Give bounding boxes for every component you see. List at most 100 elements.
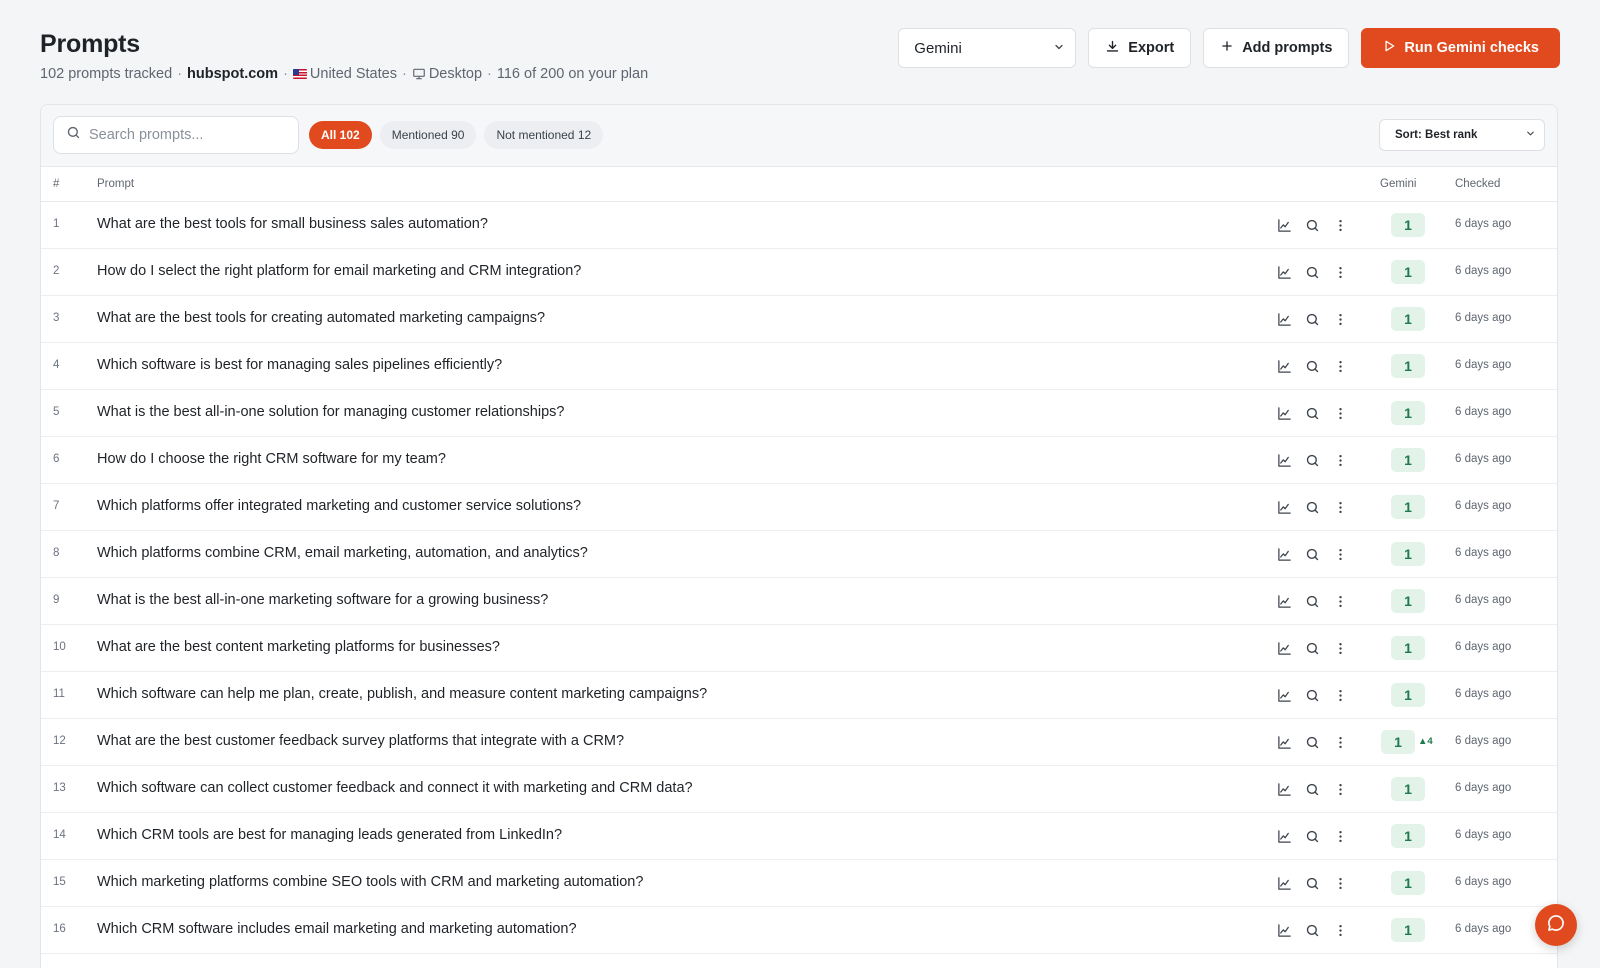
prompt-text[interactable]: What are the best tools for small busine… bbox=[97, 216, 488, 232]
row-number: 14 bbox=[53, 829, 66, 841]
chart-icon[interactable] bbox=[1275, 780, 1293, 798]
chart-icon[interactable] bbox=[1275, 827, 1293, 845]
search-icon[interactable] bbox=[1303, 357, 1321, 375]
prompt-text[interactable]: How do I select the right platform for e… bbox=[97, 263, 581, 279]
search-icon[interactable] bbox=[1303, 216, 1321, 234]
prompt-text[interactable]: Which marketing platforms combine SEO to… bbox=[97, 874, 643, 890]
table-row[interactable]: 6 How do I choose the right CRM software … bbox=[41, 437, 1557, 484]
prompt-text[interactable]: Which software is best for managing sale… bbox=[97, 357, 502, 373]
table-row[interactable]: 16 Which CRM software includes email mark… bbox=[41, 907, 1557, 954]
search-icon[interactable] bbox=[1303, 780, 1321, 798]
search-icon[interactable] bbox=[1303, 310, 1321, 328]
chart-icon[interactable] bbox=[1275, 357, 1293, 375]
sort-select[interactable]: Sort: Best rank bbox=[1379, 119, 1545, 151]
rank-badge: 1 bbox=[1391, 824, 1425, 848]
prompt-text[interactable]: Which platforms offer integrated marketi… bbox=[97, 498, 581, 514]
search-icon[interactable] bbox=[1303, 404, 1321, 422]
chart-icon[interactable] bbox=[1275, 874, 1293, 892]
table-row[interactable]: 2 How do I select the right platform for … bbox=[41, 249, 1557, 296]
search-icon[interactable] bbox=[1303, 545, 1321, 563]
chart-icon[interactable] bbox=[1275, 639, 1293, 657]
prompt-text[interactable]: How do I choose the right CRM software f… bbox=[97, 451, 446, 467]
table-row[interactable]: 1 What are the best tools for small busin… bbox=[41, 202, 1557, 249]
table-row[interactable]: 4 Which software is best for managing sal… bbox=[41, 343, 1557, 390]
prompt-text[interactable]: What is the best all-in-one solution for… bbox=[97, 404, 564, 420]
prompt-text[interactable]: What are the best customer feedback surv… bbox=[97, 733, 624, 749]
prompt-text[interactable]: Which CRM tools are best for managing le… bbox=[97, 827, 562, 843]
chart-icon[interactable] bbox=[1275, 216, 1293, 234]
table-row[interactable]: 7 Which platforms offer integrated market… bbox=[41, 484, 1557, 531]
rank-badge: 1 bbox=[1391, 777, 1425, 801]
more-vertical-icon[interactable] bbox=[1331, 545, 1349, 563]
search-box[interactable] bbox=[53, 116, 299, 154]
chart-icon[interactable] bbox=[1275, 498, 1293, 516]
prompt-text[interactable]: Which platforms combine CRM, email marke… bbox=[97, 545, 588, 561]
search-icon[interactable] bbox=[1303, 827, 1321, 845]
prompt-text[interactable]: Which software can help me plan, create,… bbox=[97, 686, 707, 702]
more-vertical-icon[interactable] bbox=[1331, 263, 1349, 281]
table-row[interactable]: 3 What are the best tools for creating au… bbox=[41, 296, 1557, 343]
chart-icon[interactable] bbox=[1275, 545, 1293, 563]
more-vertical-icon[interactable] bbox=[1331, 592, 1349, 610]
search-icon[interactable] bbox=[1303, 686, 1321, 704]
search-icon[interactable] bbox=[1303, 498, 1321, 516]
row-number: 10 bbox=[53, 641, 66, 653]
filter-not-mentioned[interactable]: Not mentioned 12 bbox=[484, 121, 604, 149]
table-row[interactable]: 5 What is the best all-in-one solution fo… bbox=[41, 390, 1557, 437]
search-icon[interactable] bbox=[1303, 874, 1321, 892]
chart-icon[interactable] bbox=[1275, 404, 1293, 422]
more-vertical-icon[interactable] bbox=[1331, 874, 1349, 892]
more-vertical-icon[interactable] bbox=[1331, 639, 1349, 657]
chart-icon[interactable] bbox=[1275, 310, 1293, 328]
table-row[interactable]: 15 Which marketing platforms combine SEO … bbox=[41, 860, 1557, 907]
prompt-text[interactable]: What are the best tools for creating aut… bbox=[97, 310, 545, 326]
run-checks-button[interactable]: Run Gemini checks bbox=[1361, 28, 1560, 68]
row-number: 12 bbox=[53, 735, 66, 747]
chat-button[interactable] bbox=[1535, 904, 1577, 946]
search-icon[interactable] bbox=[1303, 451, 1321, 469]
table-row[interactable]: 12 What are the best customer feedback su… bbox=[41, 719, 1557, 766]
search-icon[interactable] bbox=[1303, 263, 1321, 281]
rank-badge: 1 bbox=[1391, 213, 1425, 237]
more-vertical-icon[interactable] bbox=[1331, 357, 1349, 375]
more-vertical-icon[interactable] bbox=[1331, 498, 1349, 516]
more-vertical-icon[interactable] bbox=[1331, 216, 1349, 234]
prompt-text[interactable]: Which CRM software includes email market… bbox=[97, 921, 577, 937]
filter-all[interactable]: All 102 bbox=[309, 121, 372, 149]
prompt-text[interactable]: What are the best content marketing plat… bbox=[97, 639, 500, 655]
table-row[interactable]: 11 Which software can help me plan, creat… bbox=[41, 672, 1557, 719]
more-vertical-icon[interactable] bbox=[1331, 404, 1349, 422]
prompt-text[interactable]: What is the best all-in-one marketing so… bbox=[97, 592, 548, 608]
export-button[interactable]: Export bbox=[1088, 28, 1192, 68]
more-vertical-icon[interactable] bbox=[1331, 310, 1349, 328]
row-actions bbox=[1275, 310, 1349, 328]
chart-icon[interactable] bbox=[1275, 592, 1293, 610]
table-row[interactable]: 9 What is the best all-in-one marketing s… bbox=[41, 578, 1557, 625]
prompt-text[interactable]: Which software can collect customer feed… bbox=[97, 780, 693, 796]
search-icon[interactable] bbox=[1303, 639, 1321, 657]
add-prompts-button[interactable]: Add prompts bbox=[1203, 28, 1350, 68]
more-vertical-icon[interactable] bbox=[1331, 686, 1349, 704]
table-row[interactable]: 14 Which CRM tools are best for managing … bbox=[41, 813, 1557, 860]
chart-icon[interactable] bbox=[1275, 733, 1293, 751]
filter-mentioned[interactable]: Mentioned 90 bbox=[379, 121, 477, 149]
checked-time: 6 days ago bbox=[1455, 594, 1512, 606]
table-row[interactable]: 10 What are the best content marketing pl… bbox=[41, 625, 1557, 672]
more-vertical-icon[interactable] bbox=[1331, 780, 1349, 798]
search-icon[interactable] bbox=[1303, 733, 1321, 751]
model-select[interactable]: Gemini bbox=[898, 28, 1077, 68]
search-icon[interactable] bbox=[1303, 921, 1321, 939]
search-input[interactable] bbox=[89, 127, 279, 143]
more-vertical-icon[interactable] bbox=[1331, 733, 1349, 751]
more-vertical-icon[interactable] bbox=[1331, 921, 1349, 939]
more-vertical-icon[interactable] bbox=[1331, 451, 1349, 469]
table-row[interactable]: 13 Which software can collect customer fe… bbox=[41, 766, 1557, 813]
table-row[interactable]: 8 Which platforms combine CRM, email mark… bbox=[41, 531, 1557, 578]
chart-icon[interactable] bbox=[1275, 686, 1293, 704]
chart-icon[interactable] bbox=[1275, 921, 1293, 939]
more-vertical-icon[interactable] bbox=[1331, 827, 1349, 845]
chart-icon[interactable] bbox=[1275, 263, 1293, 281]
row-number: 11 bbox=[53, 688, 65, 700]
chart-icon[interactable] bbox=[1275, 451, 1293, 469]
search-icon[interactable] bbox=[1303, 592, 1321, 610]
